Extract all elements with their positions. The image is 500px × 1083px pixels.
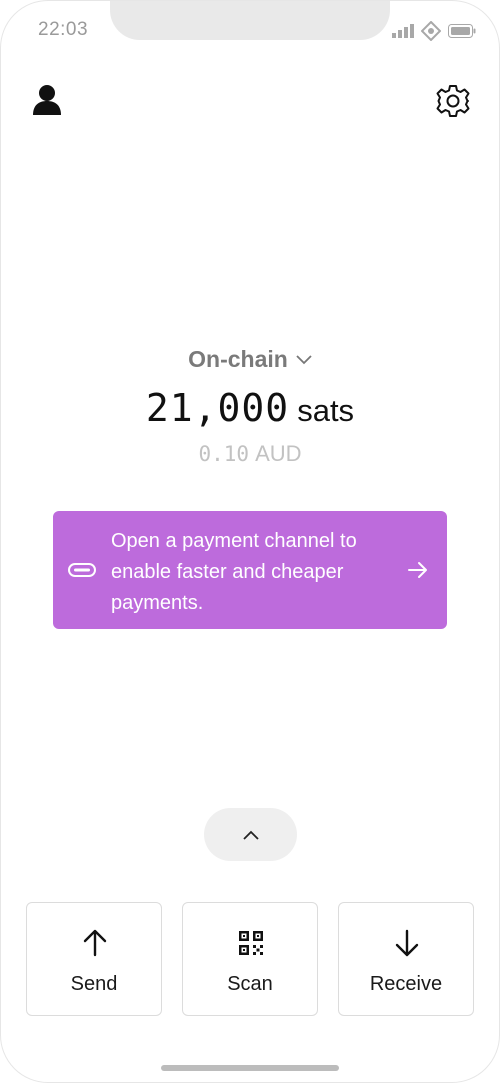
balance-unit: sats [297, 393, 355, 428]
receive-button[interactable]: Receive [338, 902, 474, 1016]
receive-label: Receive [369, 973, 443, 995]
channel-icon [68, 563, 96, 577]
wifi-icon [421, 21, 441, 41]
balance-amount: 21,000 [145, 386, 290, 430]
fiat-currency: AUD [255, 441, 302, 466]
send-label: Send [70, 973, 118, 995]
gear-icon [436, 85, 470, 117]
status-time: 22:03 [38, 19, 89, 40]
network-label: On-chain [188, 346, 288, 372]
person-icon [33, 85, 61, 115]
send-button[interactable]: Send [26, 902, 162, 1016]
phone-screen: 22:03 On-chain 21,000 sats 0.10 AUD Open… [0, 0, 500, 1083]
network-selector[interactable]: On-chain [0, 346, 500, 373]
fiat-amount: 0.10 [198, 442, 250, 466]
notch [110, 0, 390, 40]
scan-label: Scan [227, 973, 273, 995]
balance: 21,000 sats [0, 386, 500, 430]
status-icons [392, 20, 476, 42]
profile-button[interactable] [32, 84, 62, 116]
signal-icon [392, 24, 414, 38]
arrow-right-icon [408, 562, 427, 578]
fiat-balance: 0.10 AUD [0, 441, 500, 467]
battery-icon [448, 24, 476, 38]
banner-text: Open a payment channel to enable faster … [111, 530, 357, 614]
arrow-down-icon [395, 929, 419, 957]
expand-button[interactable] [204, 808, 297, 861]
chevron-up-icon [242, 830, 259, 840]
settings-button[interactable] [436, 84, 470, 118]
qr-code-icon [239, 931, 263, 955]
scan-button[interactable]: Scan [182, 902, 318, 1016]
chevron-down-icon [296, 354, 312, 364]
arrow-up-icon [83, 929, 107, 957]
open-channel-banner[interactable]: Open a payment channel to enable faster … [53, 511, 447, 629]
home-indicator [161, 1065, 339, 1071]
